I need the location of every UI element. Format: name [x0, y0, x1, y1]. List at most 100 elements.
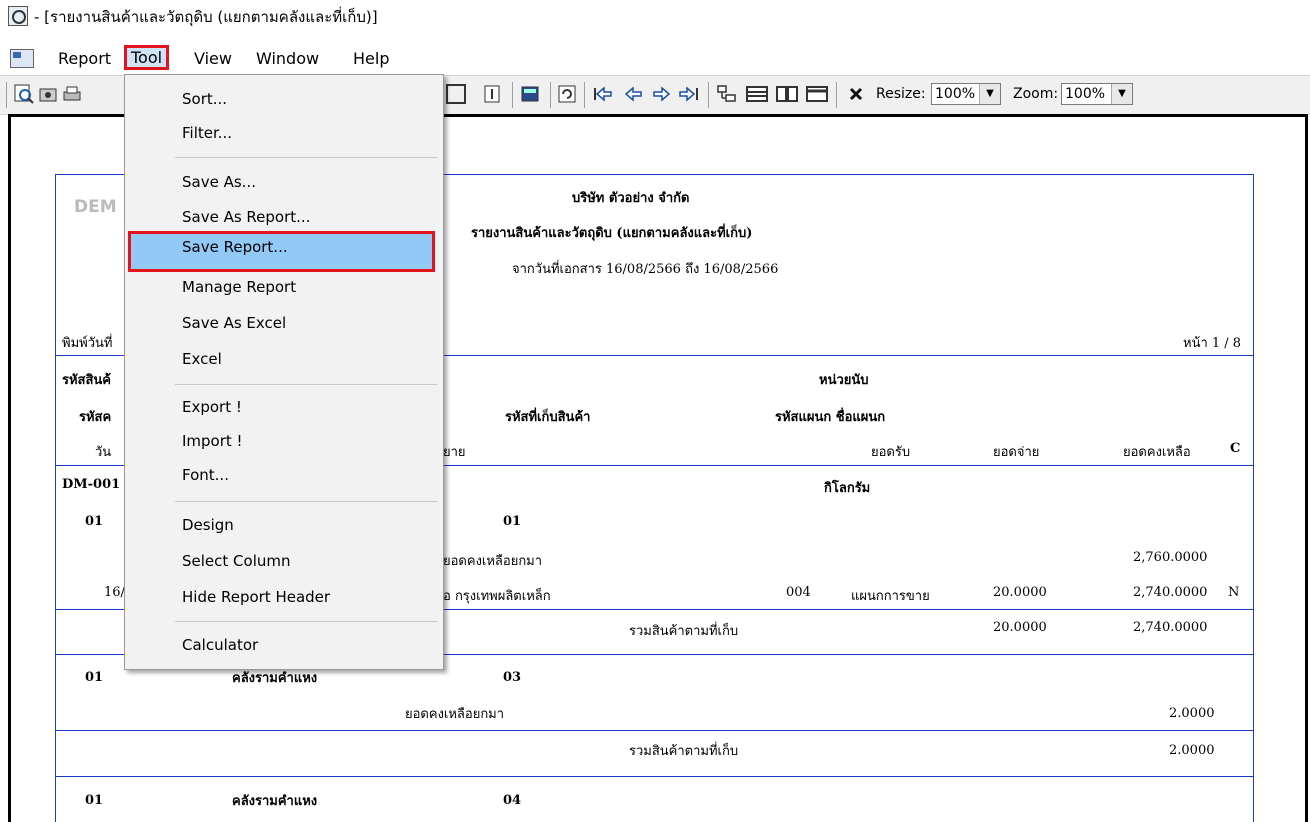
menu-item-label: Save As Report...	[182, 208, 311, 226]
menu-item-label: Font...	[182, 466, 229, 484]
chevron-down-icon[interactable]: ▼	[1111, 84, 1132, 104]
product-unit: กิโลกรัม	[824, 481, 871, 496]
menu-item-excel[interactable]: Excel	[125, 343, 443, 377]
menu-item-label: Save As...	[182, 173, 256, 191]
product-code: DM-001	[62, 477, 121, 492]
close-icon[interactable]	[846, 84, 866, 104]
next-page-icon[interactable]	[651, 84, 671, 104]
menu-separator	[175, 384, 437, 385]
tx-dept-code: 004	[786, 585, 811, 600]
page-number: หน้า 1 / 8	[1183, 336, 1242, 351]
tx-balance: 2,740.0000	[1133, 585, 1208, 600]
header-balance: ยอดคงเหลือ	[1123, 445, 1191, 460]
header-date: วัน	[95, 445, 112, 460]
watermark: DEM	[74, 197, 117, 217]
app-icon	[8, 6, 28, 26]
menu-item-label: Export !	[182, 398, 242, 416]
rows-view-icon[interactable]	[746, 84, 768, 104]
previous-page-icon[interactable]	[624, 84, 644, 104]
chevron-down-icon[interactable]: ▼	[979, 84, 1000, 104]
warehouse-code: 01	[85, 670, 104, 685]
header-warehouse: รหัสค	[79, 410, 112, 425]
calculator-icon[interactable]	[520, 84, 540, 104]
mdi-window-icon[interactable]	[10, 49, 34, 68]
header-location: รหัสที่เก็บสินค้า	[505, 410, 591, 425]
menu-item-label: Save As Excel	[182, 314, 287, 332]
menu-view[interactable]: View	[190, 48, 236, 69]
brought-forward-label: ยอดคงเหลือยกมา	[443, 554, 543, 569]
menu-separator	[175, 501, 437, 502]
header-c: C	[1230, 441, 1241, 456]
menu-item-save-as-report[interactable]: Save As Report...	[125, 201, 443, 235]
menu-item-label: Select Column	[182, 552, 291, 570]
subtotal-balance: 2.0000	[1169, 743, 1215, 758]
menu-item-export[interactable]: Export !	[125, 391, 443, 425]
menu-item-calculator[interactable]: Calculator	[125, 629, 443, 663]
toolbar-grip	[6, 82, 7, 108]
window-title: - [รายงานสินค้าและวัตถุดิบ (แยกตามคลังแล…	[34, 8, 378, 26]
tree-view-icon[interactable]	[716, 84, 736, 104]
menu-tool[interactable]: Tool	[124, 45, 170, 70]
menu-help[interactable]: Help	[349, 48, 393, 69]
menu-item-sort[interactable]: Sort...	[125, 83, 443, 117]
menu-item-select-column[interactable]: Select Column	[125, 545, 443, 579]
menu-item-filter[interactable]: Filter...	[125, 117, 443, 151]
brought-forward-balance: 2.0000	[1169, 706, 1215, 721]
header-department: รหัสแผนก ชื่อแผนก	[775, 410, 886, 425]
menu-item-import[interactable]: Import !	[125, 425, 443, 459]
menu-item-label: Filter...	[182, 124, 233, 142]
window-view-icon[interactable]	[806, 84, 828, 104]
brought-forward-balance: 2,760.0000	[1133, 550, 1208, 565]
menu-item-hide-report-header[interactable]: Hide Report Header	[125, 581, 443, 615]
location-code: 01	[503, 514, 522, 529]
resize-select[interactable]: 100% ▼	[931, 83, 1001, 105]
header-issue: ยอดจ่าย	[993, 445, 1040, 460]
tx-date: 16/	[104, 585, 125, 600]
subtotal-receive: 20.0000	[993, 620, 1047, 635]
zoom-label: Zoom:	[1013, 86, 1059, 102]
print-icon[interactable]	[62, 84, 82, 104]
menu-item-label: Save Report...	[182, 238, 288, 256]
menu-item-label: Excel	[182, 350, 222, 368]
company-name: บริษัท ตัวอย่าง จำกัด	[572, 191, 690, 206]
tool-menu-dropdown: Sort... Filter... Save As... Save As Rep…	[124, 74, 444, 670]
resize-value: 100%	[935, 86, 976, 102]
toolbar-separator	[512, 82, 513, 108]
resize-label: Resize:	[876, 86, 926, 102]
subtotal-label: รวมสินค้าตามที่เก็บ	[629, 744, 739, 759]
menu-item-label: Sort...	[182, 90, 228, 108]
subtotal-balance: 2,740.0000	[1133, 620, 1208, 635]
menu-item-label: Manage Report	[182, 278, 297, 296]
menu-item-manage-report[interactable]: Manage Report	[125, 271, 443, 305]
last-page-icon[interactable]	[678, 84, 698, 104]
menu-item-save-as-excel[interactable]: Save As Excel	[125, 307, 443, 341]
warehouse-name: คลังรามคำแหง	[232, 671, 318, 686]
menu-item-save-report[interactable]: Save Report...	[128, 231, 435, 272]
header-description: ยาย	[443, 445, 466, 460]
warehouse-code: 01	[85, 793, 104, 808]
menu-item-label: Calculator	[182, 636, 259, 654]
menu-window[interactable]: Window	[252, 48, 323, 69]
fit-height-icon[interactable]	[482, 84, 502, 104]
zoom-value: 100%	[1065, 86, 1106, 102]
grid-icon[interactable]	[446, 84, 466, 104]
menu-item-save-as[interactable]: Save As...	[125, 166, 443, 200]
setup-icon[interactable]	[38, 84, 58, 104]
columns-view-icon[interactable]	[776, 84, 798, 104]
refresh-icon[interactable]	[557, 84, 577, 104]
tx-dept-name: แผนกการขาย	[851, 589, 930, 604]
menu-report[interactable]: Report	[54, 48, 115, 69]
first-page-icon[interactable]	[592, 84, 612, 104]
subtotal-label: รวมสินค้าตามที่เก็บ	[629, 624, 739, 639]
tx-flag: N	[1228, 585, 1240, 600]
header-receive: ยอดรับ	[871, 445, 911, 460]
zoom-select[interactable]: 100% ▼	[1061, 83, 1133, 105]
warehouse-name: คลังรามคำแหง	[232, 794, 318, 809]
menu-separator	[175, 621, 437, 622]
menu-separator	[175, 157, 437, 158]
tx-receive: 20.0000	[993, 585, 1047, 600]
preview-icon[interactable]	[14, 84, 34, 104]
menu-item-design[interactable]: Design	[125, 509, 443, 543]
menu-item-font[interactable]: Font...	[125, 459, 443, 493]
header-unit: หน่วยนับ	[819, 373, 869, 388]
